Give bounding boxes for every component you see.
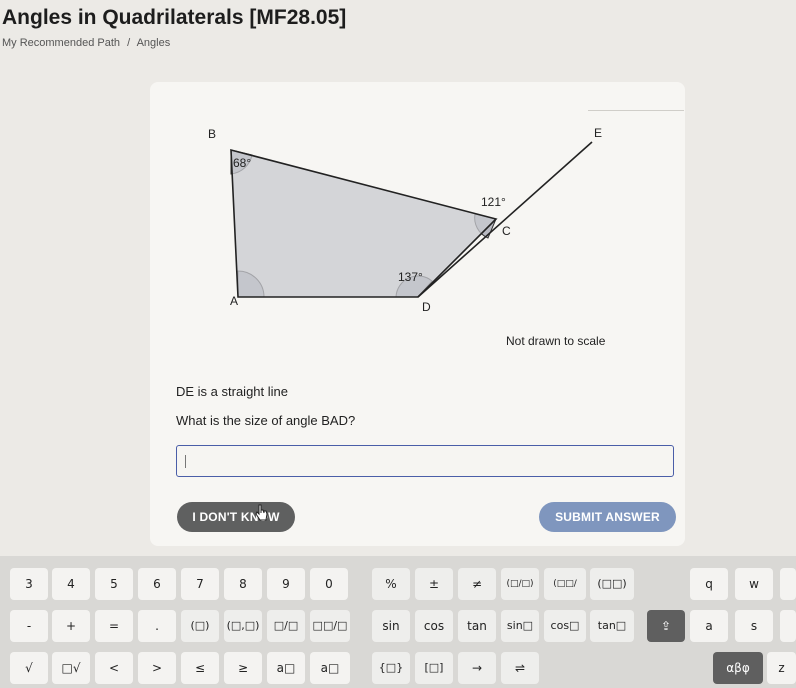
key-percent[interactable]: % [372, 568, 410, 600]
key-w[interactable]: w [735, 568, 773, 600]
label-point-c: C [502, 224, 511, 238]
dont-know-button[interactable]: I DON'T KNOW [177, 502, 295, 532]
arrow-right-icon[interactable]: → [458, 652, 496, 684]
key-q[interactable]: q [690, 568, 728, 600]
key-sin-power[interactable]: sin□ [501, 610, 539, 642]
question-statement: DE is a straight line [176, 384, 288, 399]
key-tan[interactable]: tan [458, 610, 496, 642]
key-sin[interactable]: sin [372, 610, 410, 642]
key-0[interactable]: 0 [310, 568, 348, 600]
key-greater-than[interactable]: > [138, 652, 176, 684]
key-parentheses[interactable]: (□) [181, 610, 219, 642]
key-plus[interactable]: + [52, 610, 90, 642]
key-decimal[interactable]: . [138, 610, 176, 642]
key-5[interactable]: 5 [95, 568, 133, 600]
text-caret [185, 455, 186, 468]
key-column-vector[interactable]: (□/□) [501, 568, 539, 600]
key-set-braces[interactable]: {□} [372, 652, 410, 684]
label-point-b: B [208, 127, 216, 141]
key-subscript[interactable]: a□ [310, 652, 350, 684]
key-s[interactable]: s [735, 610, 773, 642]
key-less-equal[interactable]: ≤ [181, 652, 219, 684]
key-plus-minus[interactable]: ± [415, 568, 453, 600]
key-brackets[interactable]: [□] [415, 652, 453, 684]
submit-answer-button[interactable]: SUBMIT ANSWER [539, 502, 676, 532]
key-6[interactable]: 6 [138, 568, 176, 600]
key-8[interactable]: 8 [224, 568, 262, 600]
key-less-than[interactable]: < [95, 652, 133, 684]
angle-label-c: 121° [481, 195, 506, 209]
key-power[interactable]: a□ [267, 652, 305, 684]
hand-cursor-icon [255, 504, 268, 521]
key-nth-root[interactable]: □√ [52, 652, 90, 684]
key-4[interactable]: 4 [52, 568, 90, 600]
label-point-e: E [594, 126, 602, 140]
key-7[interactable]: 7 [181, 568, 219, 600]
key-z[interactable]: z [767, 652, 796, 684]
greek-letters-key[interactable]: αβφ [713, 652, 763, 684]
math-keyboard: 3 4 5 6 7 8 9 0 % ± ≠ (□/□) (□□/□□) (□□)… [0, 556, 796, 688]
key-not-equal[interactable]: ≠ [458, 568, 496, 600]
key-matrix[interactable]: (□□/□□) [544, 568, 586, 621]
equilibrium-icon[interactable]: ⇌ [501, 652, 539, 684]
angle-label-b: 68° [233, 156, 251, 170]
key-greater-equal[interactable]: ≥ [224, 652, 262, 684]
angle-label-d: 137° [398, 270, 423, 284]
scale-note: Not drawn to scale [506, 334, 606, 348]
key-9[interactable]: 9 [267, 568, 305, 600]
key-a[interactable]: a [690, 610, 728, 642]
key-coordinate[interactable]: (□,□) [224, 610, 262, 642]
key-square-root[interactable]: √ [10, 652, 48, 684]
label-point-a: A [230, 294, 238, 308]
question-prompt: What is the size of angle BAD? [176, 413, 356, 428]
key-cos[interactable]: cos [415, 610, 453, 642]
key-row-vector[interactable]: (□□) [590, 568, 634, 600]
shift-icon[interactable]: ⇪ [647, 610, 685, 642]
key-minus[interactable]: - [10, 610, 48, 642]
key-fraction[interactable]: □/□ [267, 610, 305, 642]
key-e-partial[interactable] [780, 568, 796, 600]
key-cos-power[interactable]: cos□ [544, 610, 586, 642]
key-tan-power[interactable]: tan□ [590, 610, 634, 642]
quadrilateral-abcd [230, 148, 498, 298]
label-point-d: D [422, 300, 431, 314]
answer-input[interactable] [176, 445, 674, 477]
key-3[interactable]: 3 [10, 568, 48, 600]
key-mixed-fraction[interactable]: □□/□ [310, 610, 350, 642]
key-equals[interactable]: = [95, 610, 133, 642]
key-d-partial[interactable] [780, 610, 796, 642]
